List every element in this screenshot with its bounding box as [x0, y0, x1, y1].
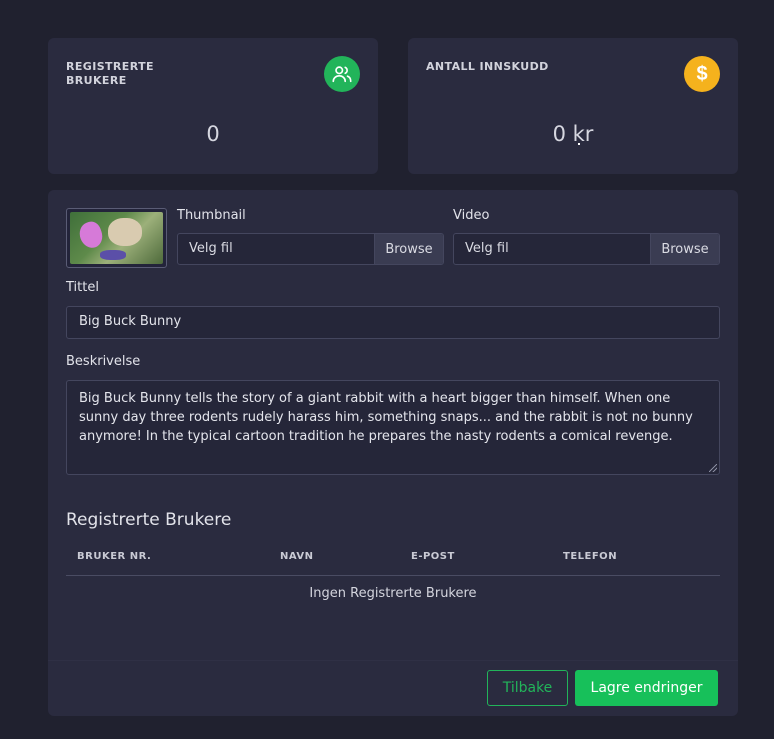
title-label: Tittel — [66, 280, 99, 295]
video-file-input[interactable]: Velg fil Browse — [453, 233, 720, 265]
save-button[interactable]: Lagre endringer — [575, 670, 718, 706]
column-header: E-POST — [411, 551, 455, 562]
users-table: BRUKER NR. NAVN E-POST TELEFON Ingen Reg… — [66, 546, 720, 601]
table-header: BRUKER NR. NAVN E-POST TELEFON — [66, 546, 720, 576]
thumbnail-label: Thumbnail — [177, 208, 246, 223]
thumbnail-browse-button[interactable]: Browse — [374, 234, 443, 264]
file-placeholder: Velg fil — [465, 241, 509, 256]
users-icon — [324, 56, 360, 92]
dollar-icon: $ — [684, 56, 720, 92]
stat-card-users: REGISTRERTE BRUKERE 0 — [48, 38, 378, 174]
file-placeholder: Velg fil — [189, 241, 233, 256]
resize-handle[interactable] — [709, 464, 717, 472]
stat-card-deposits: ANTALL INNSKUDD $ 0 kr — [408, 38, 738, 174]
stat-label: REGISTRERTE BRUKERE — [66, 60, 154, 87]
empty-table-message: Ingen Registrerte Brukere — [309, 586, 477, 601]
dollar-glyph: $ — [696, 62, 708, 85]
thumbnail-preview — [66, 208, 167, 268]
description-label: Beskrivelse — [66, 354, 141, 369]
back-button[interactable]: Tilbake — [487, 670, 568, 706]
stat-value: 0 kr — [552, 122, 594, 146]
title-input[interactable]: Big Buck Bunny — [66, 306, 720, 339]
thumbnail-image — [70, 212, 163, 264]
stat-value: 0 — [206, 122, 220, 146]
column-header: NAVN — [280, 551, 314, 562]
video-label: Video — [453, 208, 490, 223]
thumbnail-file-input[interactable]: Velg fil Browse — [177, 233, 444, 265]
footer-divider — [48, 660, 738, 661]
column-header: BRUKER NR. — [77, 551, 152, 562]
description-text: Big Buck Bunny tells the story of a gian… — [79, 391, 693, 444]
registered-users-title: Registrerte Brukere — [66, 510, 232, 530]
stat-label: ANTALL INNSKUDD — [426, 60, 549, 73]
video-edit-form: Thumbnail Velg fil Browse Video Velg fil… — [48, 190, 738, 716]
column-header: TELEFON — [563, 551, 618, 562]
video-browse-button[interactable]: Browse — [650, 234, 719, 264]
description-textarea[interactable]: Big Buck Bunny tells the story of a gian… — [66, 380, 720, 475]
